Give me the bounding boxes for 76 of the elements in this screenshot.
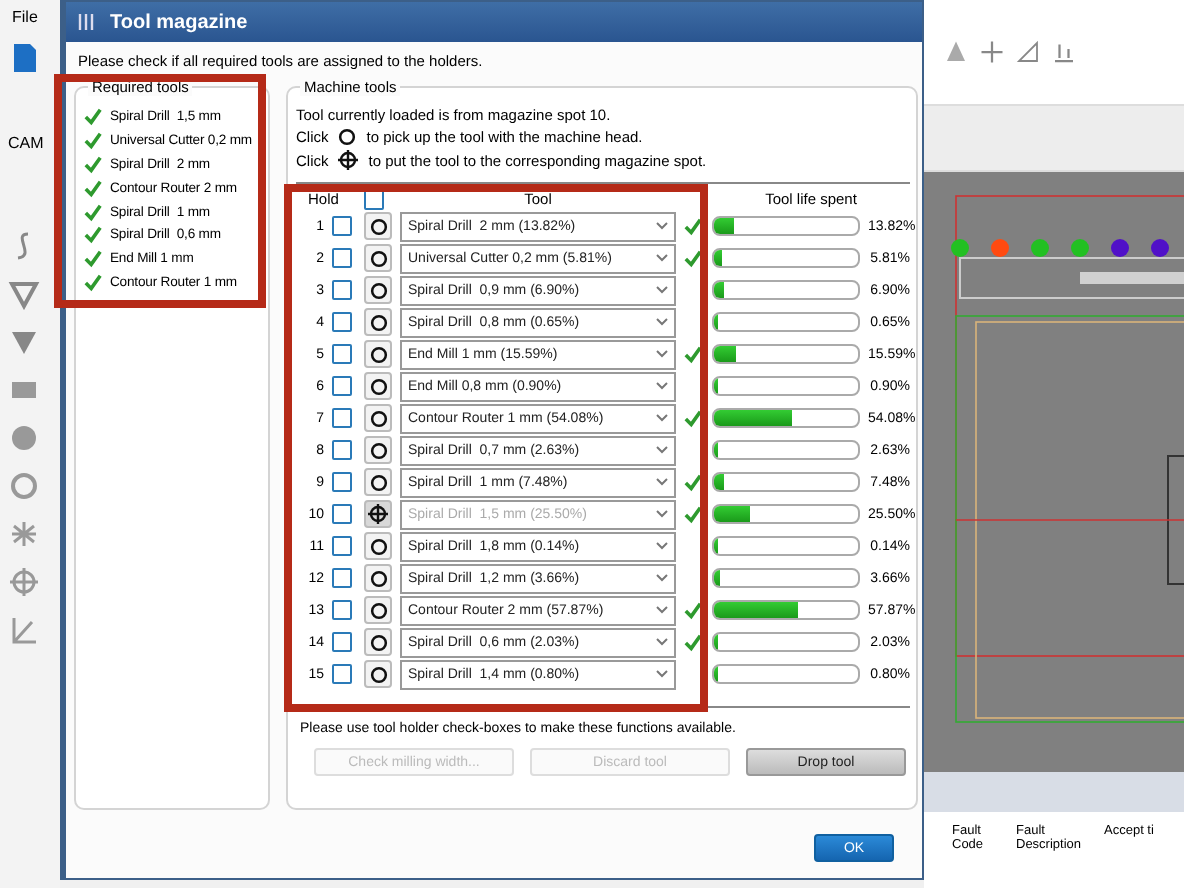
pick-tool-button[interactable] [364, 212, 392, 240]
pick-tool-button[interactable] [364, 372, 392, 400]
circle-icon [369, 441, 387, 459]
chevron-down-icon [656, 542, 668, 550]
pick-tool-button[interactable] [364, 340, 392, 368]
chevron-down-icon [656, 510, 668, 518]
circle-icon [369, 313, 387, 331]
pick-tool-button[interactable] [364, 436, 392, 464]
circle-icon[interactable] [8, 470, 40, 502]
move-icon[interactable] [980, 40, 1004, 64]
chevron-down-icon [656, 670, 668, 678]
document-icon[interactable] [8, 42, 40, 74]
checkbox[interactable] [332, 248, 352, 268]
circle-icon [369, 473, 387, 491]
checkbox[interactable] [332, 664, 352, 684]
checkbox[interactable] [332, 408, 352, 428]
window-title: Tool magazine [110, 11, 248, 33]
tab[interactable]: CAM [0, 126, 44, 182]
circle-icon [369, 633, 387, 651]
circle-icon [369, 537, 387, 555]
checkbox[interactable] [332, 312, 352, 332]
circle-icon [369, 569, 387, 587]
checkbox[interactable] [332, 280, 352, 300]
pick-tool-button[interactable] [364, 308, 392, 336]
chevron-down-icon [656, 606, 668, 614]
checkbox[interactable] [332, 216, 352, 236]
circle-icon [369, 377, 387, 395]
circle-icon [369, 249, 387, 267]
chevron-down-icon [656, 638, 668, 646]
chevron-down-icon [656, 446, 668, 454]
disc-icon[interactable] [8, 422, 40, 454]
circle-icon [369, 281, 387, 299]
checkbox[interactable] [332, 440, 352, 460]
circle-icon [369, 345, 387, 363]
crosshair-icon [368, 504, 388, 524]
chevron-down-icon [656, 382, 668, 390]
pick-tool-button[interactable] [364, 660, 392, 688]
checkbox[interactable] [332, 472, 352, 492]
circle-icon [338, 127, 357, 145]
pick-tool-button[interactable] [364, 468, 392, 496]
checkbox[interactable] [332, 600, 352, 620]
checkbox[interactable] [332, 376, 352, 396]
angle-icon[interactable] [8, 614, 40, 646]
chevron-down-icon [656, 478, 668, 486]
chevron-down-icon [656, 350, 668, 358]
pick-tool-button[interactable] [364, 244, 392, 272]
align-icon[interactable] [1052, 40, 1076, 64]
chevron-down-icon [656, 286, 668, 294]
cone-icon[interactable] [944, 40, 968, 64]
circle-icon [369, 217, 387, 235]
crosshair-icon[interactable] [8, 566, 40, 598]
chevron-down-icon [656, 414, 668, 422]
checkbox[interactable] [332, 536, 352, 556]
circle-icon [369, 409, 387, 427]
pick-tool-button[interactable] [364, 628, 392, 656]
angle-icon[interactable] [1016, 40, 1040, 64]
menu-item[interactable]: File [0, 0, 38, 26]
asterisk-icon[interactable] [8, 518, 40, 550]
pick-tool-button[interactable] [364, 564, 392, 592]
chevron-down-icon [656, 318, 668, 326]
checkbox[interactable] [332, 632, 352, 652]
pick-tool-button[interactable] [364, 532, 392, 560]
chevron-down-icon [656, 222, 668, 230]
app-icon [78, 12, 94, 32]
chevron-down-icon [656, 574, 668, 582]
circle-icon [369, 665, 387, 683]
triangle-icon[interactable] [8, 326, 40, 358]
pick-tool-button[interactable] [364, 276, 392, 304]
checkbox[interactable] [332, 344, 352, 364]
pick-tool-button[interactable] [364, 404, 392, 432]
checkbox[interactable] [332, 568, 352, 588]
circle-icon [369, 601, 387, 619]
pick-tool-button[interactable] [364, 596, 392, 624]
crosshair-icon [338, 150, 359, 170]
chevron-down-icon [656, 254, 668, 262]
triangle-icon[interactable] [8, 278, 40, 310]
